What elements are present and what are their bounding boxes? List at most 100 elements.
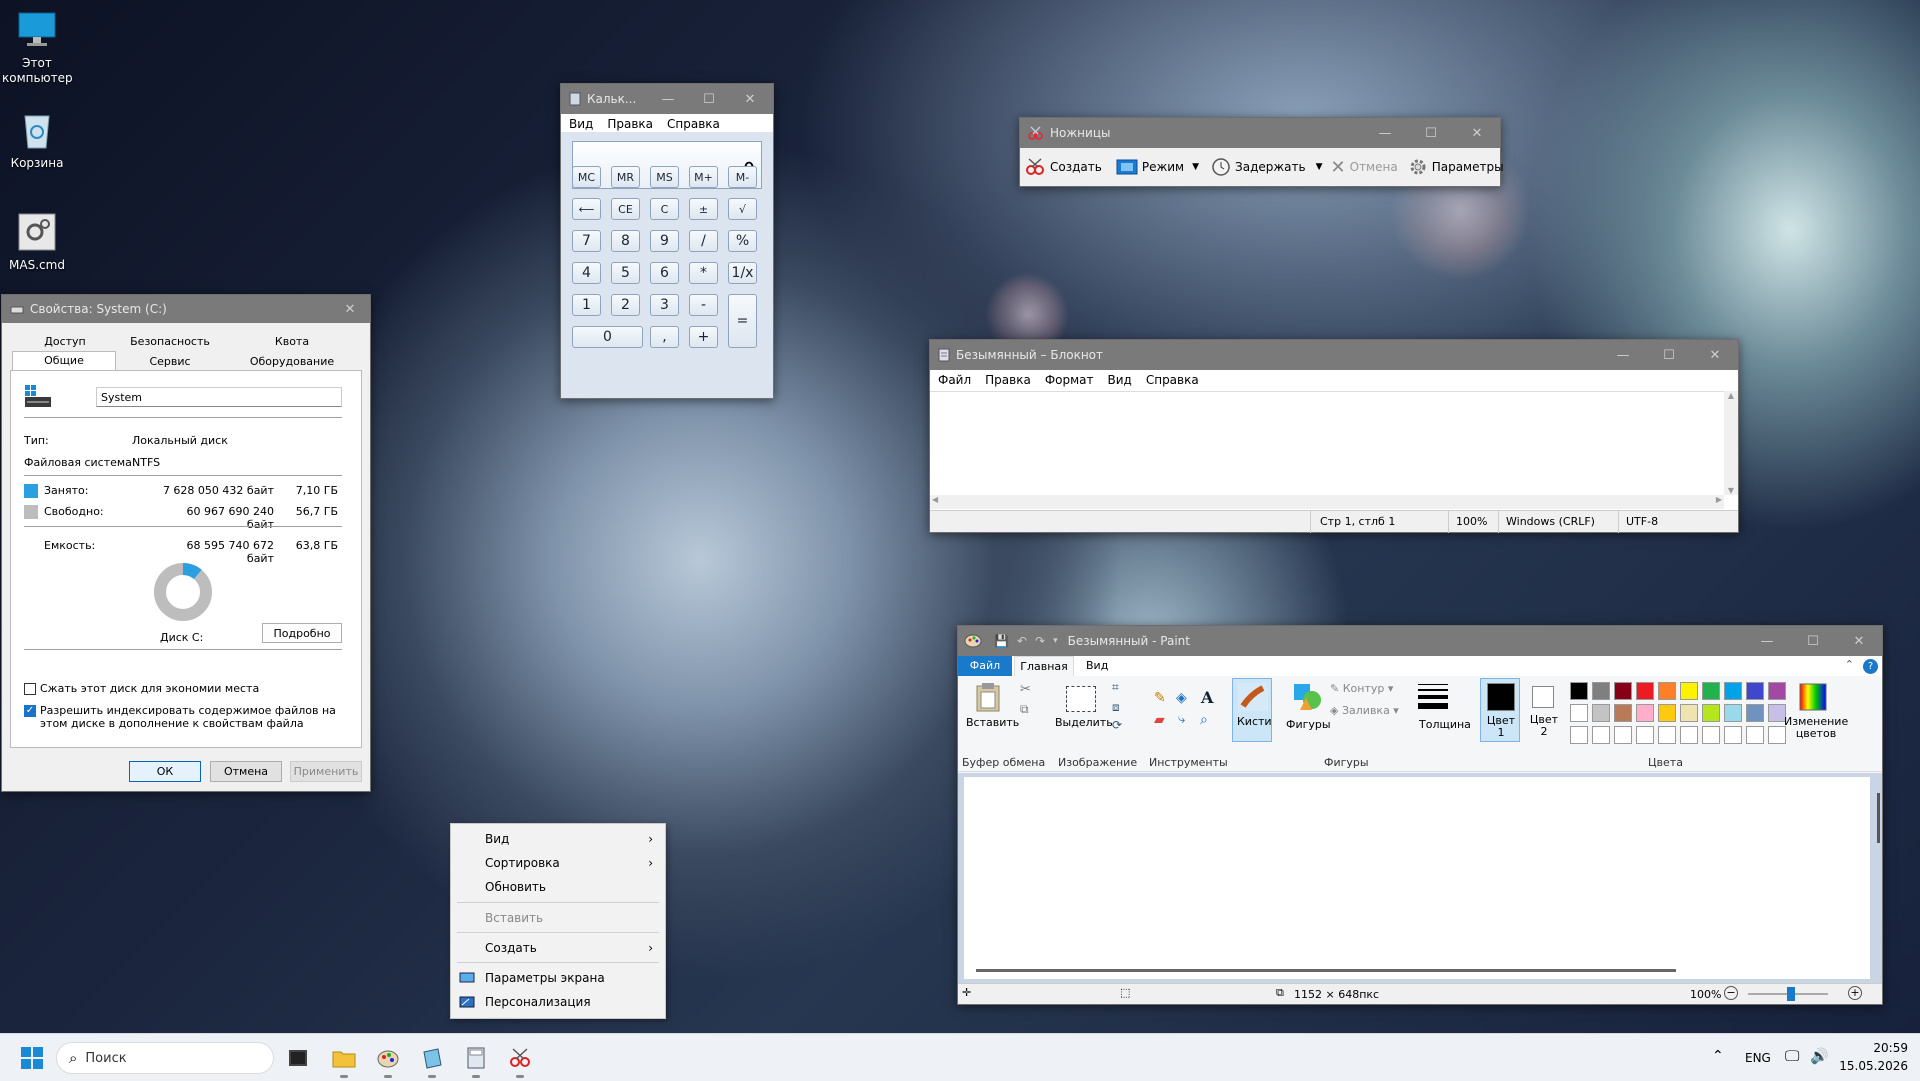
edit-colors-button[interactable]: Изменение цветов (1784, 716, 1848, 740)
canvas-horizontal-scrollbar[interactable] (976, 969, 1676, 972)
palette-swatch[interactable] (1570, 704, 1588, 722)
palette-swatch[interactable] (1614, 704, 1632, 722)
palette-swatch[interactable] (1614, 682, 1632, 700)
minimize-button[interactable]: — (1600, 340, 1646, 370)
cut-icon[interactable]: ✂ (1020, 682, 1031, 697)
calc-key-mc[interactable]: MC (572, 166, 601, 188)
close-button[interactable]: ✕ (1692, 340, 1738, 370)
color2-button[interactable]: Цвет 2 (1524, 678, 1564, 742)
calc-key-2[interactable]: 2 (611, 294, 640, 316)
taskbar-paint[interactable] (372, 1042, 404, 1078)
palette-swatch[interactable] (1570, 682, 1588, 700)
palette-swatch[interactable] (1636, 726, 1654, 744)
calc-key-add[interactable]: + (689, 326, 718, 348)
calc-key-ms[interactable]: MS (650, 166, 679, 188)
palette-swatch[interactable] (1746, 726, 1764, 744)
palette-swatch[interactable] (1746, 682, 1764, 700)
canvas-vertical-scrollbar[interactable] (1877, 793, 1880, 843)
calc-key-ce[interactable]: CE (611, 198, 640, 220)
calc-key-m-minus[interactable]: M- (728, 166, 757, 188)
palette-swatch[interactable] (1680, 704, 1698, 722)
tab-general[interactable]: Общие (12, 351, 116, 371)
menu-help[interactable]: Справка (667, 117, 720, 131)
text-icon[interactable]: A (1201, 688, 1213, 707)
help-icon[interactable]: ? (1863, 659, 1878, 674)
ok-button[interactable]: ОК (129, 761, 201, 782)
tab-access[interactable]: Доступ (12, 335, 118, 348)
menu-item-paste[interactable]: Вставить (451, 907, 665, 929)
show-hidden-icons-chevron-icon[interactable]: ⌃ (1712, 1048, 1724, 1064)
outline-button[interactable]: ✎ Контур ▾ (1330, 682, 1393, 695)
palette-swatch[interactable] (1658, 704, 1676, 722)
calculator-titlebar[interactable]: Кальк... — ☐ ✕ (561, 84, 773, 114)
palette-swatch[interactable] (1570, 726, 1588, 744)
volume-icon[interactable]: 🔊 (1810, 1047, 1829, 1065)
calc-key-1[interactable]: 1 (572, 294, 601, 316)
tab-file[interactable]: Файл (958, 656, 1012, 676)
tab-quota[interactable]: Квота (222, 335, 362, 348)
palette-swatch[interactable] (1702, 704, 1720, 722)
palette-swatch[interactable] (1768, 682, 1786, 700)
fill-bucket-icon[interactable]: ◈ (1176, 690, 1187, 706)
pencil-icon[interactable]: ✎ (1154, 690, 1166, 706)
palette-swatch[interactable] (1636, 682, 1654, 700)
calc-key-sqrt[interactable]: √ (728, 198, 757, 220)
zoom-out-button[interactable]: − (1724, 986, 1738, 1000)
zoom-slider-thumb[interactable] (1787, 987, 1795, 1001)
calc-key-percent[interactable]: % (728, 230, 757, 252)
palette-swatch[interactable] (1680, 726, 1698, 744)
drive-name-input[interactable] (96, 387, 342, 407)
maximize-button[interactable]: ☐ (1790, 626, 1836, 656)
menu-item-display-settings[interactable]: Параметры экрана (451, 967, 665, 989)
palette-swatch[interactable] (1702, 726, 1720, 744)
calc-key-3[interactable]: 3 (650, 294, 679, 316)
index-checkbox[interactable]: ✓ (24, 705, 36, 717)
taskbar-snipping-tool[interactable] (504, 1042, 536, 1078)
snipping-titlebar[interactable]: Ножницы — ☐ ✕ (1020, 118, 1500, 148)
undo-icon[interactable]: ↶ (1017, 634, 1027, 648)
calc-key-multiply[interactable]: * (689, 262, 718, 284)
palette-swatch[interactable] (1746, 704, 1764, 722)
color1-button[interactable]: Цвет 1 (1480, 678, 1520, 742)
compress-checkbox[interactable] (24, 683, 36, 695)
menu-format[interactable]: Формат (1045, 373, 1094, 387)
tab-hardware[interactable]: Оборудование (222, 355, 362, 368)
palette-swatch[interactable] (1724, 726, 1742, 744)
properties-titlebar[interactable]: Свойства: System (C:) ✕ (2, 295, 370, 323)
magnifier-icon[interactable]: ⌕ (1200, 712, 1208, 728)
brushes-button[interactable]: Кисти (1232, 678, 1272, 742)
resize-icon[interactable]: ⧈ (1112, 700, 1120, 715)
quick-access-dropdown-icon[interactable]: ▾ (1053, 636, 1058, 646)
menu-edit[interactable]: Правка (985, 373, 1031, 387)
paint-titlebar[interactable]: 💾 ↶ ↷ ▾ Безымянный - Paint — ☐ ✕ (958, 626, 1882, 656)
task-view-button[interactable] (282, 1042, 314, 1074)
calc-key-4[interactable]: 4 (572, 262, 601, 284)
menu-file[interactable]: Файл (938, 373, 971, 387)
paint-canvas[interactable] (964, 777, 1870, 979)
redo-icon[interactable]: ↷ (1035, 634, 1045, 648)
cancel-button[interactable]: Отмена (1350, 160, 1398, 174)
minimize-button[interactable]: — (1362, 118, 1408, 148)
palette-swatch[interactable] (1636, 704, 1654, 722)
eraser-icon[interactable]: ▰ (1154, 712, 1165, 728)
vertical-scrollbar[interactable]: ▲ ▼ (1724, 391, 1738, 495)
maximize-button[interactable]: ☐ (1646, 340, 1692, 370)
clock-time[interactable]: 20:59 (1860, 1041, 1908, 1055)
calc-key-7[interactable]: 7 (572, 230, 601, 252)
save-icon[interactable]: 💾 (994, 634, 1009, 648)
maximize-button[interactable]: ☐ (691, 84, 727, 114)
horizontal-scrollbar[interactable]: ◀ ▶ (930, 495, 1724, 509)
taskbar-calculator[interactable] (460, 1042, 492, 1078)
calc-key-mr[interactable]: MR (611, 166, 640, 188)
minimize-button[interactable]: — (645, 84, 691, 114)
menu-item-personalization[interactable]: Персонализация (451, 991, 665, 1013)
fill-button[interactable]: ◈ Заливка ▾ (1330, 704, 1399, 717)
calc-key-divide[interactable]: / (689, 230, 718, 252)
minimize-button[interactable]: — (1744, 626, 1790, 656)
tab-home[interactable]: Главная (1014, 656, 1074, 676)
mode-button[interactable]: Режим (1142, 160, 1184, 174)
desktop-icon-mas-cmd[interactable]: MAS.cmd (2, 210, 72, 273)
language-indicator[interactable]: ENG (1745, 1051, 1771, 1065)
palette-swatch[interactable] (1658, 682, 1676, 700)
palette-swatch[interactable] (1724, 682, 1742, 700)
